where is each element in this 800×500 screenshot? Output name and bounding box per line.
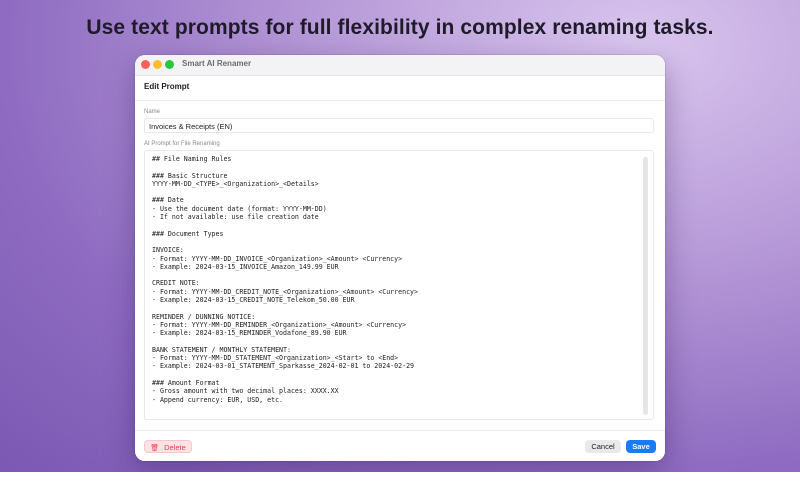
close-window-button[interactable] bbox=[141, 60, 150, 69]
app-window: Smart AI Renamer Edit Prompt Name Invoic… bbox=[135, 55, 665, 461]
trash-icon: 🗑 bbox=[150, 445, 160, 452]
title-bar: Smart AI Renamer bbox=[135, 55, 665, 76]
prompt-label: AI Prompt for File Renaming bbox=[144, 141, 220, 147]
cancel-button[interactable]: Cancel bbox=[585, 440, 621, 453]
zoom-window-button[interactable] bbox=[165, 60, 174, 69]
name-label: Name bbox=[144, 109, 161, 115]
save-button[interactable]: Save bbox=[626, 440, 656, 453]
prompt-scrollbar[interactable] bbox=[643, 157, 648, 415]
marketing-headline: Use text prompts for full flexibility in… bbox=[86, 16, 714, 39]
minimize-window-button[interactable] bbox=[153, 60, 162, 69]
name-input[interactable]: Invoices & Receipts (EN) bbox=[144, 118, 654, 133]
prompt-text[interactable]: ## File Naming Rules ### Basic Structure… bbox=[152, 155, 639, 404]
delete-label: Delete bbox=[164, 443, 186, 452]
bottom-strip bbox=[0, 472, 800, 500]
section-title: Edit Prompt bbox=[135, 76, 665, 101]
prompt-textarea[interactable]: ## File Naming Rules ### Basic Structure… bbox=[144, 150, 654, 420]
footer-bar: 🗑 Delete Cancel Save bbox=[135, 430, 665, 461]
delete-button[interactable]: 🗑 Delete bbox=[144, 440, 192, 453]
window-title: Smart AI Renamer bbox=[182, 59, 252, 68]
